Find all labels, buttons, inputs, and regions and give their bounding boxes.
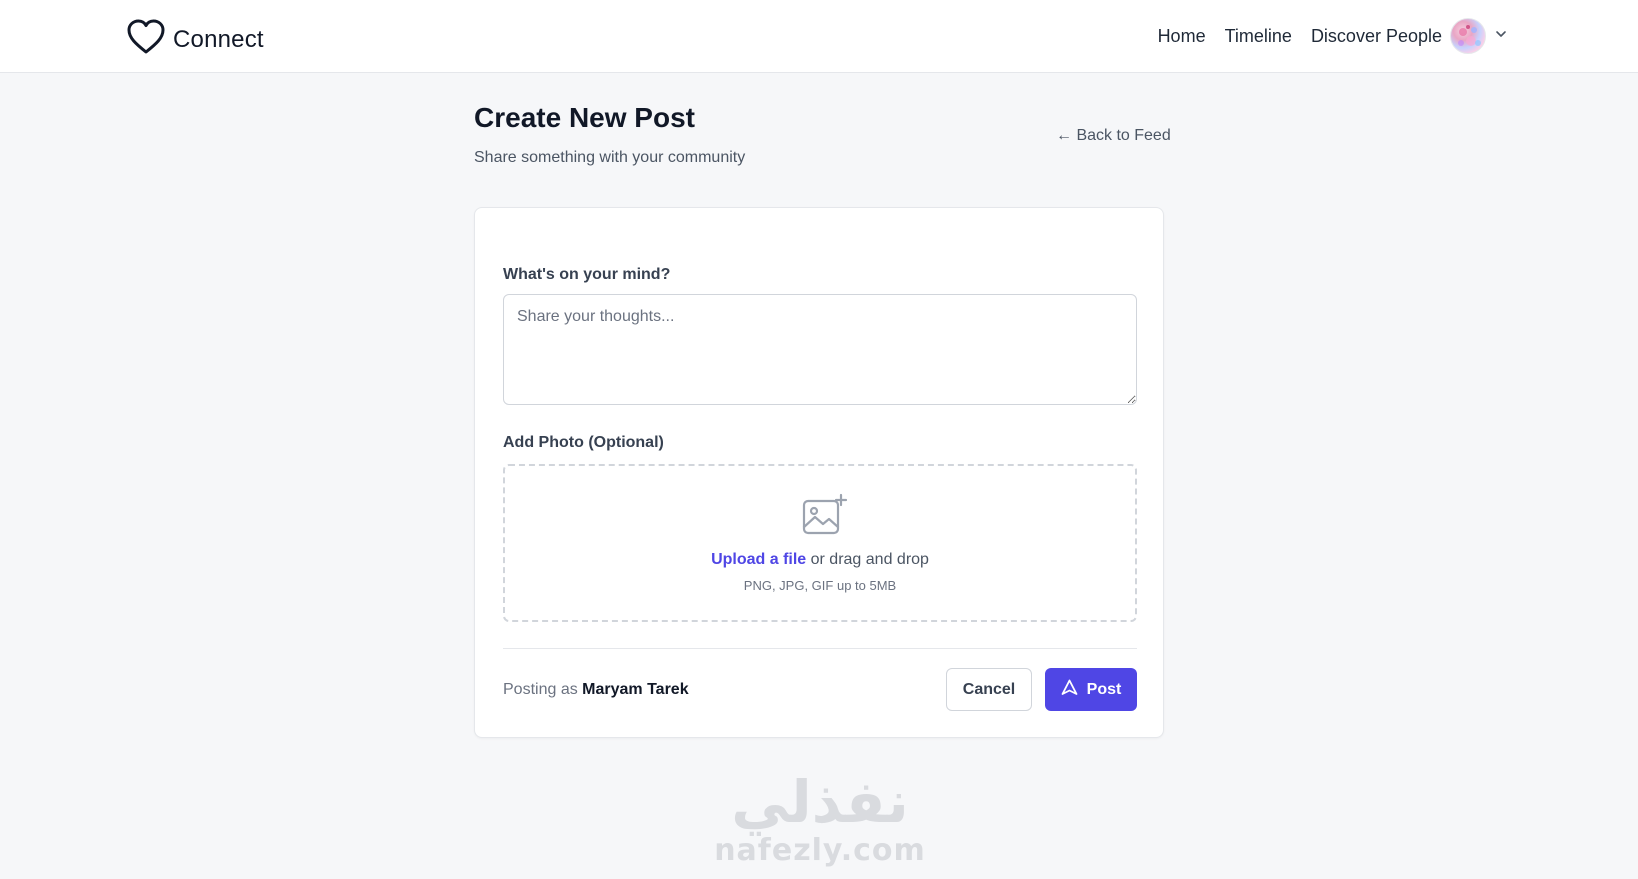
avatar[interactable] bbox=[1450, 18, 1486, 54]
nav-home-link[interactable]: Home bbox=[1158, 26, 1206, 47]
heart-icon bbox=[126, 18, 166, 61]
watermark-latin: nafezly.com bbox=[714, 833, 926, 868]
drag-drop-text: or drag and drop bbox=[806, 551, 929, 568]
send-icon bbox=[1061, 679, 1087, 701]
watermark: نفذلي nafezly.com bbox=[700, 770, 940, 868]
divider bbox=[503, 648, 1137, 649]
top-navbar: Connect Home Timeline Discover People bbox=[0, 0, 1638, 73]
photo-dropzone[interactable]: Upload a file or drag and drop PNG, JPG,… bbox=[503, 464, 1137, 622]
nav-discover-people-link[interactable]: Discover People bbox=[1311, 26, 1442, 47]
posting-user-name: Maryam Tarek bbox=[582, 681, 689, 698]
posting-as: Posting as Maryam Tarek bbox=[503, 681, 689, 699]
page-title: Create New Post bbox=[474, 102, 695, 133]
page-subtitle: Share something with your community bbox=[474, 149, 746, 166]
create-post-card: What's on your mind? Add Photo (Optional… bbox=[474, 207, 1164, 738]
chevron-down-icon[interactable] bbox=[1486, 27, 1508, 46]
post-button-label: Post bbox=[1086, 680, 1122, 698]
watermark-arabic: نفذلي bbox=[731, 768, 909, 836]
cancel-button[interactable]: Cancel bbox=[946, 668, 1032, 711]
brand[interactable]: Connect bbox=[126, 18, 264, 61]
upload-hint: PNG, JPG, GIF up to 5MB bbox=[743, 578, 897, 593]
nav-timeline-link[interactable]: Timeline bbox=[1225, 26, 1292, 47]
posting-as-prefix: Posting as bbox=[503, 681, 583, 698]
add-photo-label: Add Photo (Optional) bbox=[503, 434, 664, 451]
brand-name: Connect bbox=[173, 25, 264, 53]
post-button[interactable]: Post bbox=[1045, 668, 1137, 711]
post-content-input[interactable] bbox=[503, 294, 1137, 405]
upload-instructions: Upload a file or drag and drop bbox=[505, 551, 1135, 569]
back-to-feed-link[interactable]: ← Back to Feed bbox=[1056, 127, 1171, 145]
user-menu[interactable] bbox=[1450, 18, 1508, 54]
upload-file-link[interactable]: Upload a file bbox=[711, 551, 806, 568]
main-nav: Home Timeline Discover People bbox=[1158, 26, 1442, 47]
post-content-label: What's on your mind? bbox=[503, 266, 671, 283]
